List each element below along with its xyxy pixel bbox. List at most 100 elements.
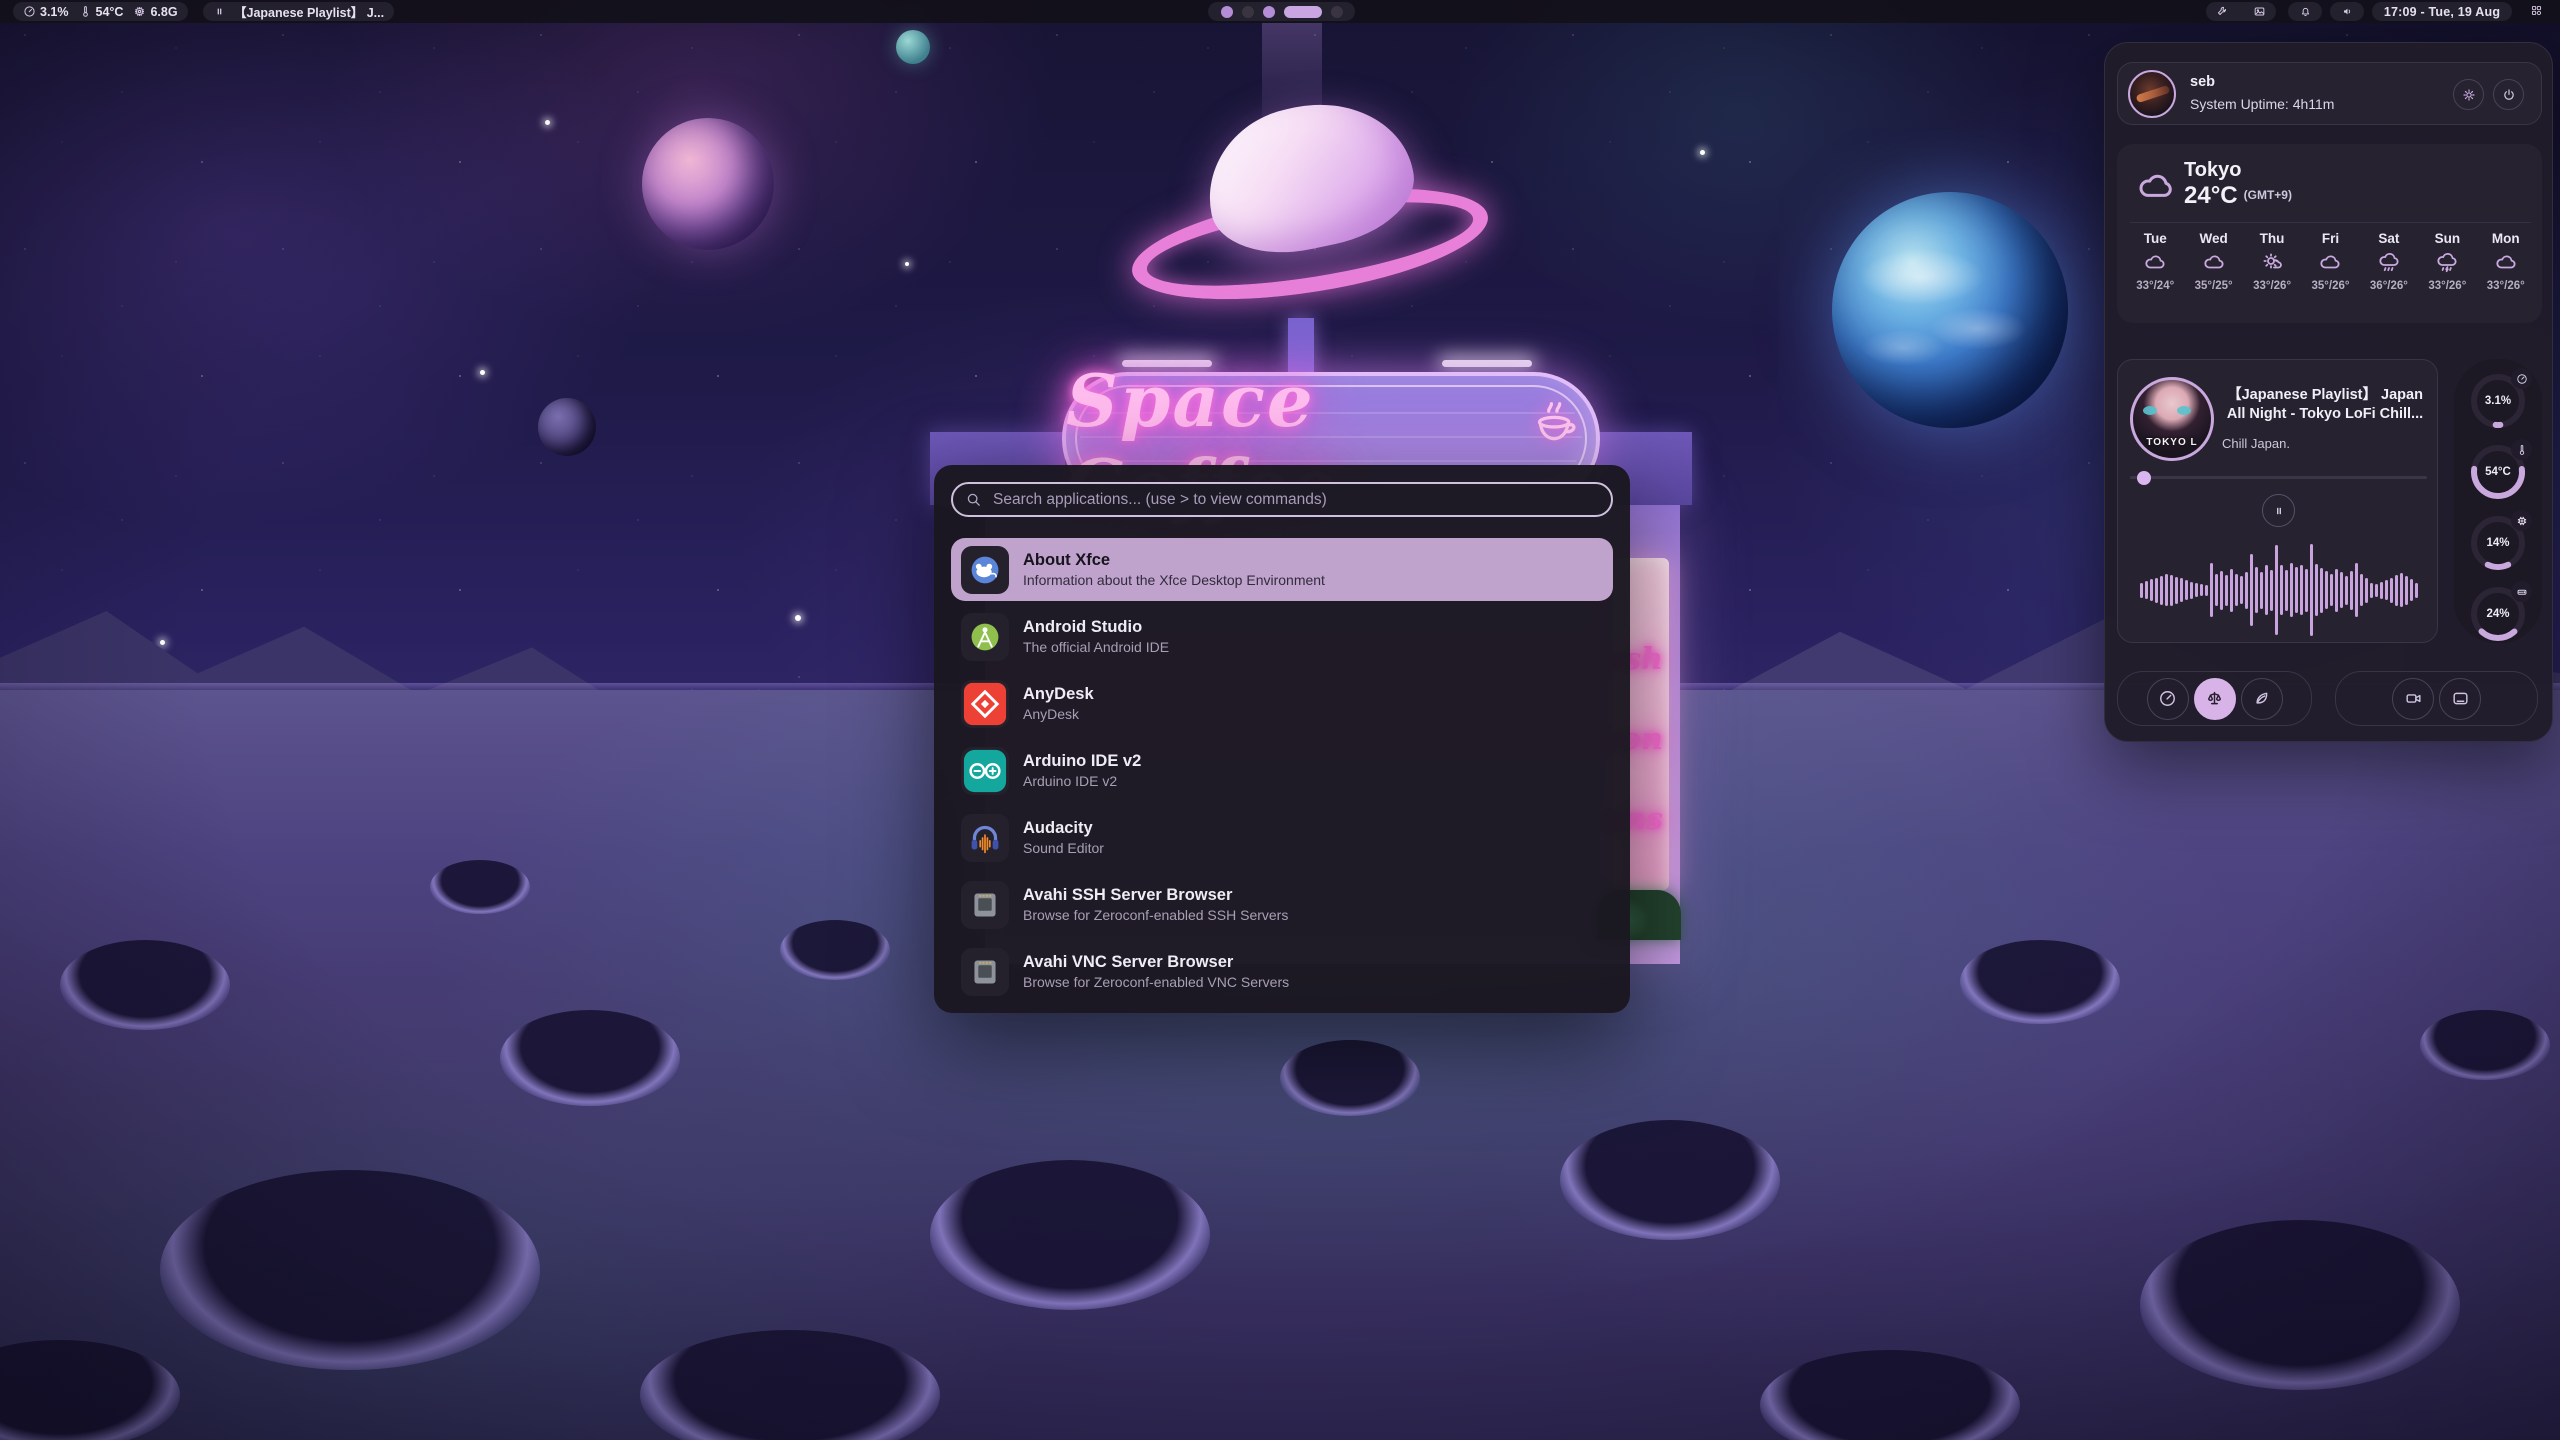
launcher-item[interactable]: Avahi SSH Server Browser Browse for Zero…	[951, 873, 1613, 936]
gauge-icon	[2511, 368, 2532, 389]
notifications-button[interactable]	[2288, 2, 2322, 21]
waveform-bar	[2270, 570, 2273, 611]
power-mode-group	[2117, 671, 2312, 726]
volume-button[interactable]	[2330, 2, 2364, 21]
waveform-bar	[2240, 576, 2243, 604]
workspace-indicator[interactable]	[1208, 2, 1355, 21]
day-label: Wed	[2200, 231, 2228, 246]
powersave-button[interactable]	[2241, 678, 2283, 720]
app-icon	[961, 546, 1009, 594]
forecast-day: Mon 33°/26°	[2477, 231, 2535, 292]
waveform-bar	[2145, 581, 2148, 599]
weather-card: Tokyo 24°C(GMT+9) Tue 33°/24° Wed 35°/25…	[2117, 144, 2542, 323]
coffee-cup-icon	[1534, 398, 1578, 455]
day-temps: 33°/26°	[2487, 280, 2525, 292]
waveform-bar	[2230, 569, 2233, 612]
waveform-bar	[2190, 582, 2193, 599]
launcher-item[interactable]: Android Studio The official Android IDE	[951, 605, 1613, 668]
launcher-list: About Xfce Information about the Xfce De…	[951, 538, 1613, 1003]
progress-bar[interactable]	[2130, 476, 2427, 479]
balanced-button[interactable]	[2194, 678, 2236, 720]
waveform-bar	[2275, 545, 2278, 635]
waveform-bar	[2370, 583, 2373, 598]
gauge: 24%	[2468, 584, 2528, 644]
temp-stat: 54°C	[79, 5, 124, 19]
launcher-item[interactable]: Arduino IDE v2 Arduino IDE v2	[951, 739, 1613, 802]
clock[interactable]: 17:09 - Tue, 19 Aug	[2372, 2, 2512, 21]
workspace-dot-occupied[interactable]	[1221, 6, 1233, 18]
power-icon	[2501, 87, 2517, 103]
waveform-bar	[2305, 569, 2308, 612]
waveform-bar	[2210, 563, 2213, 617]
weather-icon	[2434, 251, 2460, 275]
forecast-day: Sat 36°/26°	[2360, 231, 2418, 292]
weather-icon	[2142, 251, 2168, 275]
launcher-item[interactable]: Avahi VNC Server Browser Browse for Zero…	[951, 940, 1613, 1003]
picture-icon[interactable]	[2253, 5, 2266, 18]
app-name: AnyDesk	[1023, 684, 1094, 705]
app-description: Information about the Xfce Desktop Envir…	[1023, 571, 1325, 589]
workspace-dot-empty[interactable]	[1331, 6, 1343, 18]
waveform-bar	[2400, 573, 2403, 607]
workspace-dot-empty[interactable]	[1242, 6, 1254, 18]
waveform-bar	[2205, 585, 2208, 596]
waveform-bar	[2345, 576, 2348, 605]
waveform-bar	[2265, 565, 2268, 615]
app-description: Sound Editor	[1023, 839, 1104, 857]
forecast-day: Thu 33°/26°	[2243, 231, 2301, 292]
track-artist: Chill Japan.	[2222, 436, 2428, 451]
progress-knob[interactable]	[2137, 471, 2151, 485]
media-pill[interactable]: 【Japanese Playlist】 J...	[203, 2, 394, 21]
weather-icon	[2376, 251, 2402, 275]
day-label: Sun	[2435, 231, 2461, 246]
day-label: Tue	[2144, 231, 2167, 246]
gauge: 3.1%	[2468, 371, 2528, 431]
app-menu-button[interactable]	[2530, 2, 2546, 21]
weather-icon	[2317, 251, 2343, 275]
waveform-bar	[2415, 583, 2418, 598]
chip-icon	[133, 5, 146, 18]
search-bar[interactable]	[951, 482, 1613, 517]
workspace-dot-active[interactable]	[1284, 6, 1322, 18]
desktop: esh oon ans Space Coffee	[0, 0, 2560, 1440]
waveform-bar	[2340, 572, 2343, 608]
power-button[interactable]	[2493, 79, 2524, 110]
waveform-bar	[2155, 578, 2158, 603]
cpu-stat: 3.1%	[23, 5, 69, 19]
waveform-bar	[2220, 571, 2223, 610]
waveform-bar	[2200, 584, 2203, 596]
pause-icon	[213, 5, 226, 18]
gauge-icon	[2511, 439, 2532, 460]
launcher-item[interactable]: About Xfce Information about the Xfce De…	[951, 538, 1613, 601]
tools-icon[interactable]	[2216, 5, 2229, 18]
bell-icon	[2299, 5, 2312, 18]
screenshot-button[interactable]	[2439, 678, 2481, 720]
waveform-bar	[2225, 575, 2228, 606]
search-input[interactable]	[991, 490, 1599, 510]
settings-button[interactable]	[2453, 79, 2484, 110]
screen-record-button[interactable]	[2392, 678, 2434, 720]
waveform-bar	[2215, 574, 2218, 606]
waveform-bar	[2395, 575, 2398, 606]
app-name: Android Studio	[1023, 617, 1169, 638]
play-pause-button[interactable]	[2262, 494, 2295, 527]
workspace-dot-occupied[interactable]	[1263, 6, 1275, 18]
speedometer-icon	[2158, 689, 2177, 708]
waveform-bar	[2310, 544, 2313, 636]
waveform-bar	[2330, 574, 2333, 606]
pause-icon	[2272, 504, 2286, 518]
waveform-bar	[2365, 578, 2368, 603]
performance-button[interactable]	[2147, 678, 2189, 720]
app-icon	[961, 948, 1009, 996]
day-temps: 35°/26°	[2311, 280, 2349, 292]
waveform-bar	[2170, 575, 2173, 606]
day-label: Fri	[2322, 231, 2339, 246]
tray-pill[interactable]	[2206, 2, 2276, 21]
app-icon	[961, 881, 1009, 929]
launcher-item[interactable]: AnyDesk AnyDesk	[951, 672, 1613, 735]
audio-visualizer	[2128, 542, 2429, 638]
waveform-bar	[2160, 576, 2163, 605]
system-stats-pill[interactable]: 3.1% 54°C 6.8G	[13, 2, 188, 21]
launcher-item[interactable]: Audacity Sound Editor	[951, 806, 1613, 869]
weather-city: Tokyo	[2184, 159, 2241, 182]
